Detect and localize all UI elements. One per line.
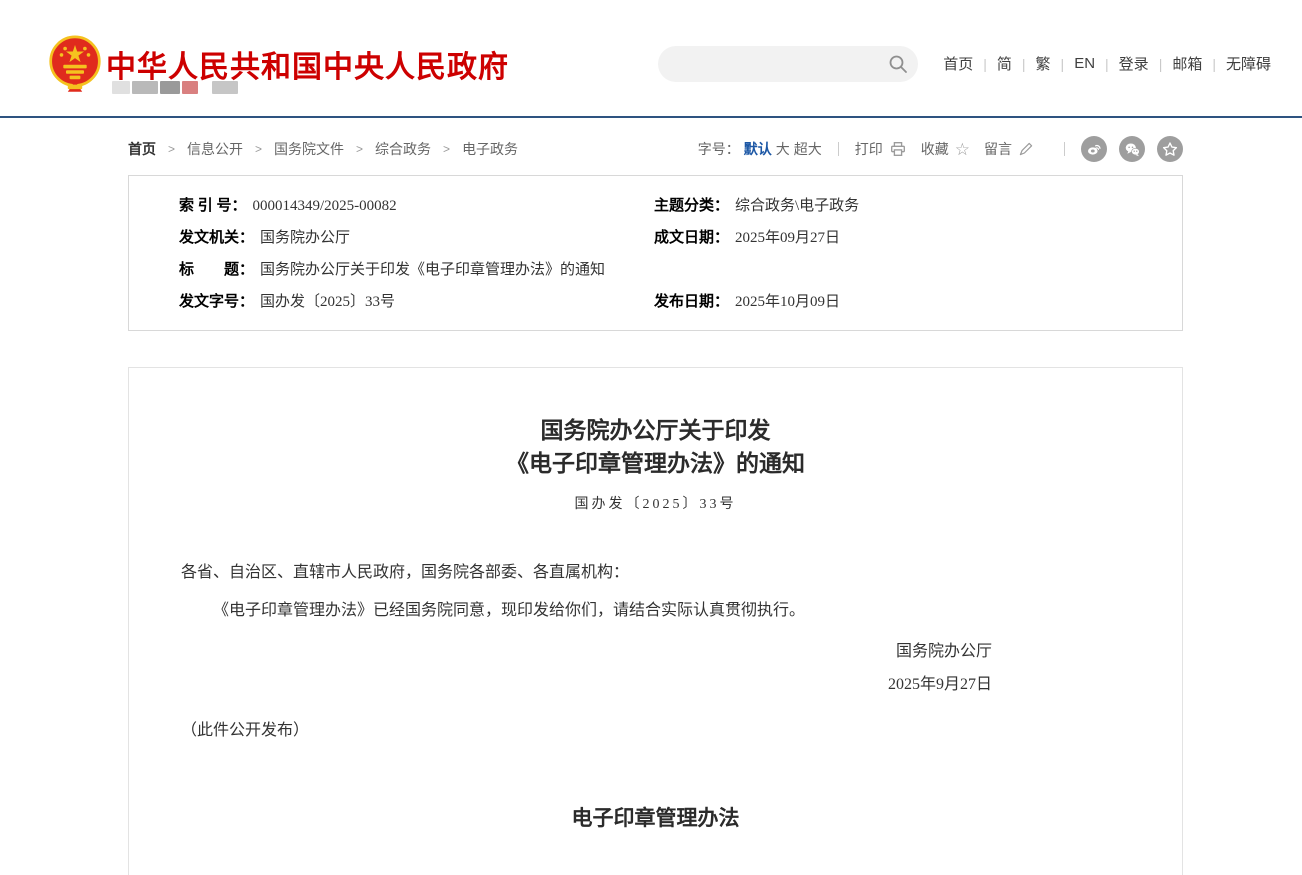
nav-traditional[interactable]: 繁 [1036,53,1051,74]
breadcrumb-info-disclosure[interactable]: 信息公开 [187,139,243,159]
search-box [658,46,918,82]
breadcrumb: 首页> 信息公开> 国务院文件> 综合政务> 电子政务 [128,139,518,159]
salutation: 各省、自治区、直辖市人民政府，国务院各部委、各直属机构： [181,558,1130,582]
nav-accessibility[interactable]: 无障碍 [1226,53,1271,74]
national-emblem-logo[interactable] [48,34,102,92]
star-share-icon[interactable] [1157,136,1183,162]
weibo-share-icon[interactable] [1081,136,1107,162]
meta-title: 标 题： 国务院办公厅关于印发《电子印章管理办法》的通知 [179,254,1162,286]
signature-block: 国务院办公厅 2025年9月27日 [181,635,1130,701]
font-size-xlarge[interactable]: 超大 [794,139,822,159]
wechat-share-icon[interactable] [1119,136,1145,162]
nav-home[interactable]: 首页 [943,53,973,74]
print-button[interactable]: 打印 [855,139,907,159]
page-toolbar: 字号： 默认 大 超大 打印 收藏 ☆ 留言 [698,136,1183,162]
site-header: 中华人民共和国中央人民政府 首页| 简| 繁| EN| 登录| 邮箱| 无障碍 [0,0,1302,118]
body-paragraph: 《电子印章管理办法》已经国务院同意，现印发给你们，请结合实际认真贯彻执行。 [181,596,1130,620]
favorite-button[interactable]: 收藏 ☆ [921,139,970,159]
font-size-large[interactable]: 大 [776,139,790,159]
regulation-title: 电子印章管理办法 [181,802,1130,832]
site-url-redacted [112,81,238,94]
site-title[interactable]: 中华人民共和国中央人民政府 [106,42,509,86]
top-nav: 首页| 简| 繁| EN| 登录| 邮箱| 无障碍 [943,53,1271,74]
public-release-note: （此件公开发布） [181,716,1130,740]
meta-doc-number: 发文字号： 国办发〔2025〕33号 [179,286,654,318]
breadcrumb-e-government[interactable]: 电子政务 [462,139,518,159]
meta-index: 索 引 号： 000014349/2025-00082 [179,190,654,222]
sign-date: 2025年9月27日 [181,668,992,701]
nav-simplified[interactable]: 简 [997,53,1012,74]
printer-icon [889,140,907,158]
meta-topic: 主题分类： 综合政务\电子政务 [654,190,1162,222]
breadcrumb-state-council-docs[interactable]: 国务院文件 [274,139,344,159]
document-title: 国务院办公厅关于印发 《电子印章管理办法》的通知 [181,414,1130,480]
star-icon: ☆ [955,141,970,158]
breadcrumb-comprehensive-affairs[interactable]: 综合政务 [375,139,431,159]
search-input[interactable] [658,46,878,82]
font-size-default[interactable]: 默认 [744,139,772,159]
nav-login[interactable]: 登录 [1119,53,1149,74]
meta-publish-date: 发布日期： 2025年10月09日 [654,286,1162,318]
search-button[interactable] [878,46,918,82]
pencil-icon [1018,141,1034,157]
comment-button[interactable]: 留言 [984,139,1034,159]
nav-mail[interactable]: 邮箱 [1172,53,1202,74]
meta-agency: 发文机关： 国务院办公厅 [179,222,654,254]
document-number: 国办发〔2025〕33号 [181,493,1130,513]
font-size-label: 字号： [698,139,740,159]
search-icon [888,54,908,74]
document-meta-box: 索 引 号： 000014349/2025-00082 主题分类： 综合政务\电… [128,175,1183,331]
signer: 国务院办公厅 [181,635,992,668]
document-content-box: 国务院办公厅关于印发 《电子印章管理办法》的通知 国办发〔2025〕33号 各省… [128,367,1183,875]
breadcrumb-home[interactable]: 首页 [128,139,156,159]
meta-written-date: 成文日期： 2025年09月27日 [654,222,1162,254]
nav-english[interactable]: EN [1074,55,1095,72]
